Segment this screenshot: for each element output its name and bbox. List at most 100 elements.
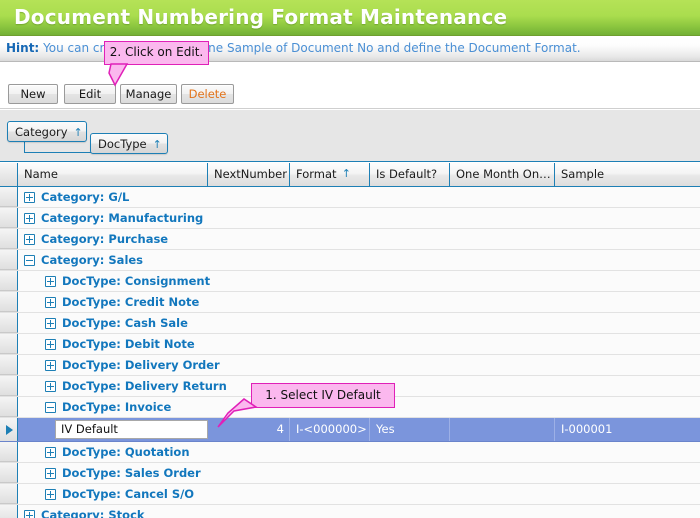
expand-icon[interactable] <box>24 234 35 245</box>
name-cell-editor[interactable]: IV Default <box>55 420 208 439</box>
collapse-icon[interactable] <box>45 402 56 413</box>
column-header-isdefault[interactable]: Is Default? <box>370 163 450 186</box>
row-indicator <box>0 355 18 375</box>
expand-icon[interactable] <box>24 192 35 203</box>
group-row-label: DocType: Consignment <box>62 274 211 288</box>
callout-edit-tail <box>108 63 129 87</box>
row-indicator-header <box>0 163 18 186</box>
row-indicator <box>0 229 18 249</box>
row-indicator <box>0 442 18 462</box>
group-row-label: DocType: Quotation <box>62 445 190 459</box>
column-header-nextnumber-label: NextNumber <box>214 167 287 181</box>
expand-icon[interactable] <box>24 213 35 224</box>
expand-icon[interactable] <box>45 360 56 371</box>
column-header-isdefault-label: Is Default? <box>376 167 438 181</box>
cell-format[interactable]: I-<000000> <box>290 418 370 441</box>
sort-ascending-icon[interactable]: ↑ <box>153 138 162 151</box>
expand-icon[interactable] <box>45 276 56 287</box>
group-row-label: DocType: Cash Sale <box>62 316 188 330</box>
row-indicator <box>0 505 18 518</box>
row-indicator <box>0 292 18 312</box>
callout-select-tail <box>217 398 258 428</box>
row-indicator <box>0 271 18 291</box>
row-indicator <box>0 250 18 270</box>
group-row-doctype[interactable]: DocType: Cancel S/O <box>0 484 700 505</box>
column-header-onemonthonly-label: One Month On… <box>456 167 551 181</box>
cell-isdefault[interactable]: Yes <box>370 418 450 441</box>
column-header-name[interactable]: Name <box>18 163 208 186</box>
group-row-doctype[interactable]: DocType: Consignment <box>0 271 700 292</box>
group-row-label: Category: Purchase <box>41 232 169 246</box>
expand-icon[interactable] <box>45 297 56 308</box>
new-button[interactable]: New <box>8 84 58 104</box>
cell-sample[interactable]: I-000001 <box>555 418 700 441</box>
row-indicator <box>0 376 18 396</box>
callout-click-on-edit: 2. Click on Edit. <box>104 41 209 87</box>
group-box-category-label: Category <box>15 125 68 139</box>
delete-button[interactable]: Delete <box>181 84 234 104</box>
callout-edit-text: 2. Click on Edit. <box>109 45 204 59</box>
group-connector-line <box>24 142 91 153</box>
column-header-format[interactable]: ↑ Format <box>290 163 370 186</box>
collapse-icon[interactable] <box>24 255 35 266</box>
row-indicator-current <box>0 418 18 441</box>
row-indicator <box>0 208 18 228</box>
row-indicator <box>0 397 18 417</box>
group-row-doctype[interactable]: DocType: Credit Note <box>0 292 700 313</box>
expand-icon[interactable] <box>45 447 56 458</box>
group-box-doctype[interactable]: DocType ↑ <box>90 133 168 154</box>
column-header-nextnumber[interactable]: NextNumber <box>208 163 290 186</box>
expand-icon[interactable] <box>45 381 56 392</box>
expand-icon[interactable] <box>24 510 35 518</box>
hint-text-after: le of Document No and define the Documen… <box>261 41 581 55</box>
grid-header-row: Name NextNumber ↑ Format Is Default? One … <box>0 163 700 187</box>
group-row-category[interactable]: Category: Purchase <box>0 229 700 250</box>
expand-icon[interactable] <box>45 318 56 329</box>
group-box-category[interactable]: Category ↑ <box>7 121 87 142</box>
column-header-name-label: Name <box>24 167 58 181</box>
group-row-label: Category: Manufacturing <box>41 211 204 225</box>
group-row-category[interactable]: Category: Stock <box>0 505 700 518</box>
group-row-category[interactable]: Category: Manufacturing <box>0 208 700 229</box>
group-row-label: DocType: Delivery Order <box>62 358 220 372</box>
group-row-label: DocType: Sales Order <box>62 466 201 480</box>
group-row-doctype[interactable]: DocType: Sales Order <box>0 463 700 484</box>
group-row-label: DocType: Credit Note <box>62 295 200 309</box>
row-indicator <box>0 484 18 504</box>
group-row-label: DocType: Cancel S/O <box>62 487 195 501</box>
row-indicator <box>0 187 18 207</box>
data-grid: Name NextNumber ↑ Format Is Default? One … <box>0 163 700 518</box>
column-header-format-label: Format <box>296 167 337 181</box>
table-row-selected[interactable]: IV Default 4 I-<000000> Yes I-000001 <box>0 418 700 442</box>
column-header-sample-label: Sample <box>561 167 605 181</box>
group-row-doctype[interactable]: DocType: Cash Sale <box>0 313 700 334</box>
sort-ascending-icon[interactable]: ↑ <box>342 163 351 185</box>
hint-label: Hint: <box>6 41 40 55</box>
row-indicator <box>0 313 18 333</box>
column-header-onemonthonly[interactable]: One Month On… <box>450 163 555 186</box>
group-row-label: Category: G/L <box>41 190 130 204</box>
group-box-doctype-label: DocType <box>98 137 147 151</box>
callout-select-iv-default: 1. Select IV Default <box>217 383 395 428</box>
column-header-sample[interactable]: Sample <box>555 163 700 186</box>
cell-onemonthonly[interactable] <box>450 418 555 441</box>
group-row-doctype[interactable]: DocType: Quotation <box>0 442 700 463</box>
expand-icon[interactable] <box>45 468 56 479</box>
group-row-label: DocType: Delivery Return <box>62 379 227 393</box>
group-row-label: Category: Sales <box>41 253 144 267</box>
group-row-doctype[interactable]: DocType: Debit Note <box>0 334 700 355</box>
group-row-doctype[interactable]: DocType: Delivery Order <box>0 355 700 376</box>
group-row-label: DocType: Debit Note <box>62 337 195 351</box>
row-indicator <box>0 463 18 483</box>
page-title: Document Numbering Format Maintenance <box>14 5 508 29</box>
expand-icon[interactable] <box>45 489 56 500</box>
group-row-label: Category: Stock <box>41 508 145 518</box>
hint-line: Hint: You can create more than one Sampl… <box>6 41 581 55</box>
group-row-category[interactable]: Category: G/L <box>0 187 700 208</box>
current-row-arrow-icon <box>6 425 13 435</box>
sort-ascending-icon[interactable]: ↑ <box>74 126 83 139</box>
group-row-label: DocType: Invoice <box>62 400 172 414</box>
expand-icon[interactable] <box>45 339 56 350</box>
group-row-category-sales[interactable]: Category: Sales <box>0 250 700 271</box>
row-indicator <box>0 334 18 354</box>
